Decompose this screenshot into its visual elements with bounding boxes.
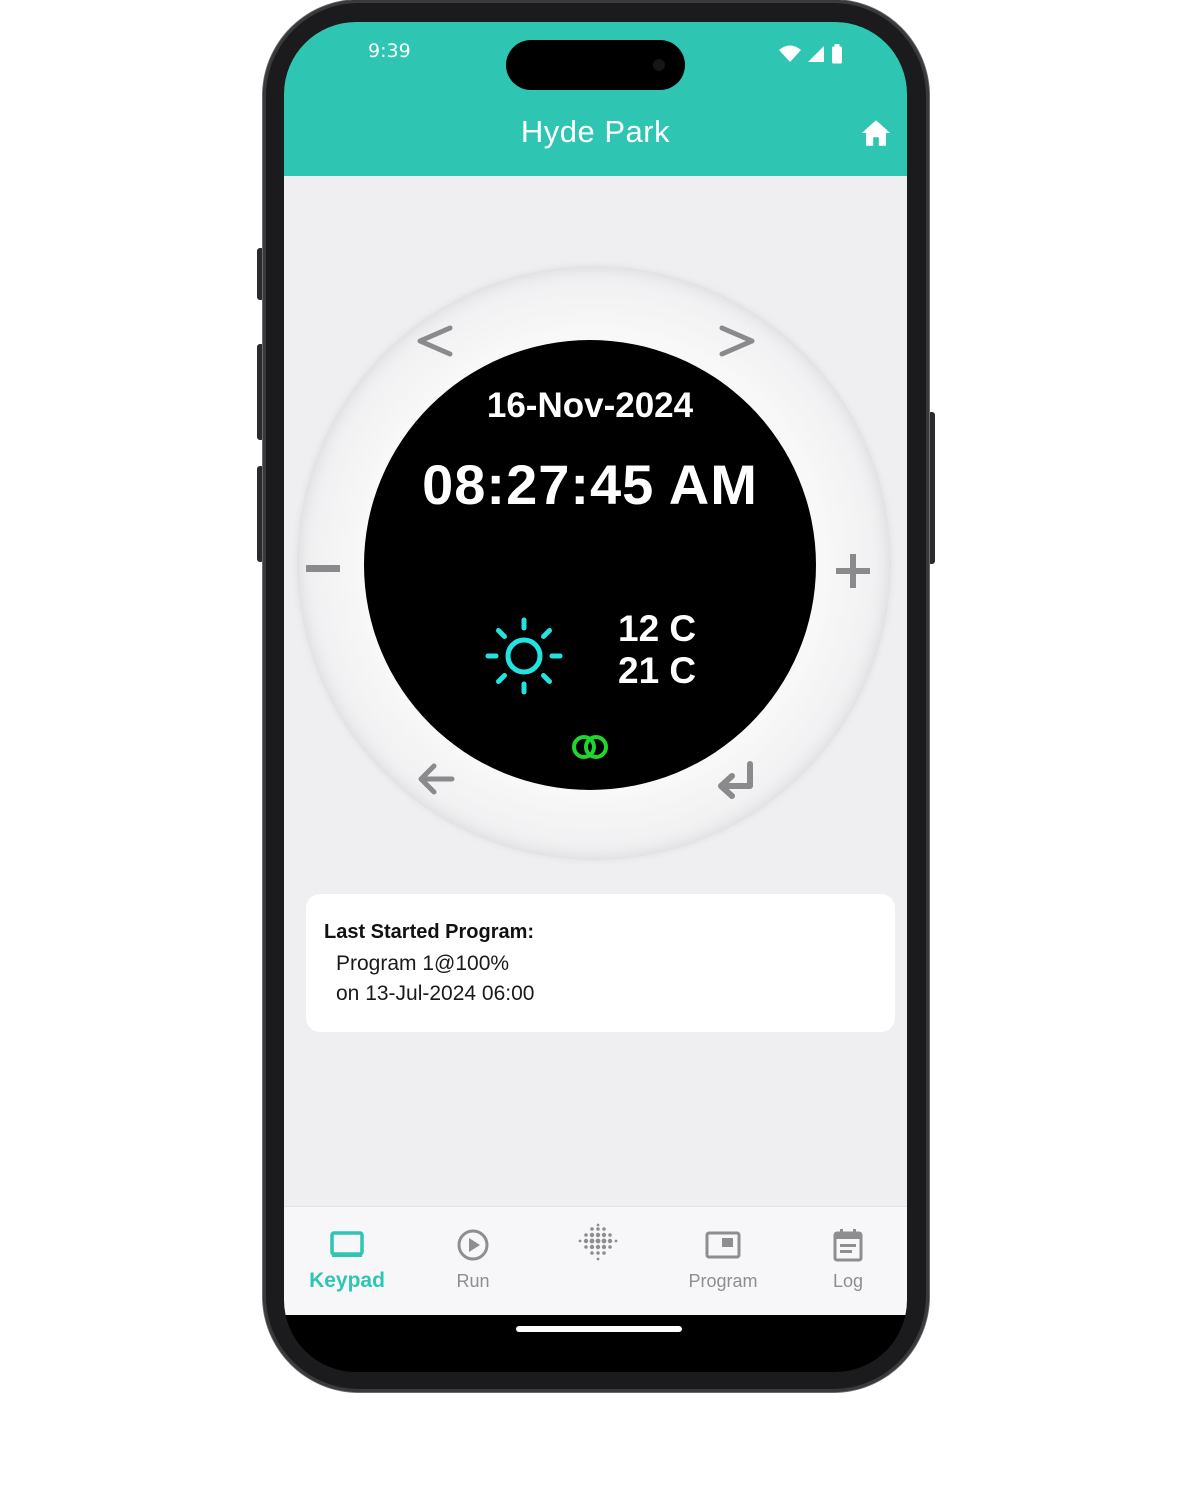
tab-keypad[interactable]: Keypad — [285, 1207, 409, 1315]
enter-icon[interactable] — [712, 756, 762, 806]
battery-icon — [832, 44, 842, 64]
tab-bar: Keypad Run Program Log — [284, 1206, 907, 1315]
keypad-icon — [330, 1231, 364, 1257]
back-arrow-icon[interactable] — [412, 754, 462, 804]
phone-screen: 9:39 Hyde Park 16-Nov-2024 08:27:45 AM 1… — [284, 22, 907, 1372]
tab-label: Program — [688, 1271, 758, 1291]
power-button[interactable] — [928, 412, 935, 564]
cell-signal-icon — [808, 46, 824, 62]
play-icon — [457, 1229, 489, 1261]
last-program-name: Program 1@100% — [336, 952, 510, 975]
link-rings-icon — [569, 733, 611, 761]
tab-log[interactable]: Log — [786, 1207, 907, 1315]
camera-icon — [653, 59, 665, 71]
tab-program[interactable]: Program — [661, 1207, 785, 1315]
status-icons — [779, 44, 843, 64]
temp-high: 21 C — [618, 650, 697, 691]
display-date: 16-Nov-2024 — [486, 386, 694, 425]
last-program-card: Last Started Program: Program 1@100% on … — [306, 894, 895, 1032]
home-indicator[interactable] — [516, 1326, 682, 1332]
clock-display: 16-Nov-2024 08:27:45 AM 12 C 21 C — [364, 340, 816, 790]
tab-stations[interactable] — [536, 1207, 660, 1315]
next-button[interactable] — [710, 316, 760, 366]
card-heading: Last Started Program: — [324, 921, 535, 943]
tab-label: Run — [456, 1271, 490, 1291]
plus-button[interactable] — [828, 546, 878, 596]
last-program-date: on 13-Jul-2024 06:00 — [336, 982, 535, 1005]
dynamic-island — [506, 40, 685, 90]
wifi-icon — [779, 45, 801, 62]
app-header: 9:39 Hyde Park — [284, 22, 907, 176]
calendar-icon — [833, 1229, 863, 1262]
page-title: Hyde Park — [520, 114, 671, 149]
program-icon — [705, 1231, 741, 1259]
tab-label: Keypad — [309, 1269, 385, 1292]
prev-button[interactable] — [412, 316, 462, 366]
dot-grid-icon — [578, 1223, 618, 1261]
home-icon[interactable] — [859, 116, 893, 150]
tab-run[interactable]: Run — [411, 1207, 535, 1315]
temp-low: 12 C — [618, 608, 697, 649]
display-time: 08:27:45 AM — [422, 453, 758, 516]
tab-label: Log — [832, 1271, 864, 1291]
status-time: 9:39 — [368, 40, 411, 62]
sun-icon — [484, 616, 564, 696]
keypad-content: 16-Nov-2024 08:27:45 AM 12 C 21 C Last S… — [284, 176, 907, 1206]
minus-button[interactable] — [298, 544, 348, 594]
